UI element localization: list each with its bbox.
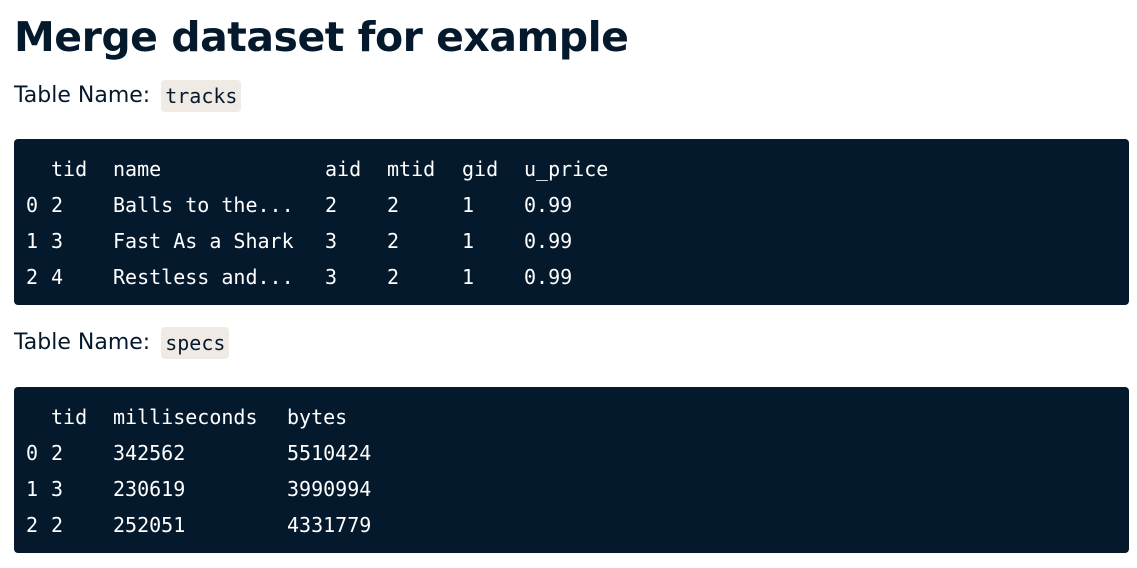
column-header: u_price [524,157,609,181]
row-index: 0 [26,193,39,217]
table-cell: Balls to the... [113,193,294,217]
table-name-prefix: Table Name: [14,330,151,355]
table-cell: 2 [387,193,400,217]
row-index: 1 [26,229,39,253]
table-cell: 3 [325,229,338,253]
table-cell: 2 [51,193,64,217]
table-cell: Restless and... [113,265,294,289]
table-cell: 342562 [113,441,186,465]
table-row: 2 2 252051 4331779 [26,507,1129,543]
table-name-label-tracks: Table Name: tracks [14,80,242,112]
table-cell: 0.99 [524,193,573,217]
row-index: 2 [26,513,39,537]
page-title: Merge dataset for example [14,13,629,61]
table-header-row: tid milliseconds bytes [26,399,1129,435]
table-cell: 3 [51,477,64,501]
column-header: bytes [287,405,348,429]
table-cell: 1 [462,193,475,217]
table-cell: 4 [51,265,64,289]
table-cell: 252051 [113,513,186,537]
table-row: 2 4 Restless and... 3 2 1 0.99 [26,259,1129,295]
table-name-code: specs [161,327,230,359]
table-header-row: tid name aid mtid gid u_price [26,151,1129,187]
table-cell: 2 [387,229,400,253]
table-cell: Fast As a Shark [113,229,294,253]
table-cell: 0.99 [524,265,573,289]
column-header: name [113,157,162,181]
table-cell: 4331779 [287,513,372,537]
table-cell: 3990994 [287,477,372,501]
table-cell: 3 [51,229,64,253]
table-cell: 2 [325,193,338,217]
column-header: tid [51,157,88,181]
table-cell: 2 [51,513,64,537]
column-header: mtid [387,157,436,181]
table-cell: 1 [462,265,475,289]
index-header [26,399,51,435]
index-header [26,151,51,187]
table-cell: 1 [462,229,475,253]
table-cell: 5510424 [287,441,372,465]
specs-table-output: tid milliseconds bytes 0 2 342562 5510424 1 3 230… [14,387,1129,553]
column-header: milliseconds [113,405,258,429]
column-header: tid [51,405,88,429]
tracks-table-output: tid name aid mtid gid u_price 0 2 Balls to the..… [14,139,1129,305]
table-cell: 2 [387,265,400,289]
table-cell: 2 [51,441,64,465]
column-header: gid [462,157,499,181]
table-cell: 0.99 [524,229,573,253]
row-index: 1 [26,477,39,501]
table-row: 1 3 Fast As a Shark 3 2 1 0.99 [26,223,1129,259]
column-header: aid [325,157,362,181]
table-row: 1 3 230619 3990994 [26,471,1129,507]
table-cell: 230619 [113,477,186,501]
table-row: 0 2 Balls to the... 2 2 1 0.99 [26,187,1129,223]
table-name-label-specs: Table Name: specs [14,327,230,359]
table-name-prefix: Table Name: [14,83,151,108]
row-index: 0 [26,441,39,465]
table-name-code: tracks [161,80,242,112]
row-index: 2 [26,265,39,289]
table-row: 0 2 342562 5510424 [26,435,1129,471]
table-cell: 3 [325,265,338,289]
